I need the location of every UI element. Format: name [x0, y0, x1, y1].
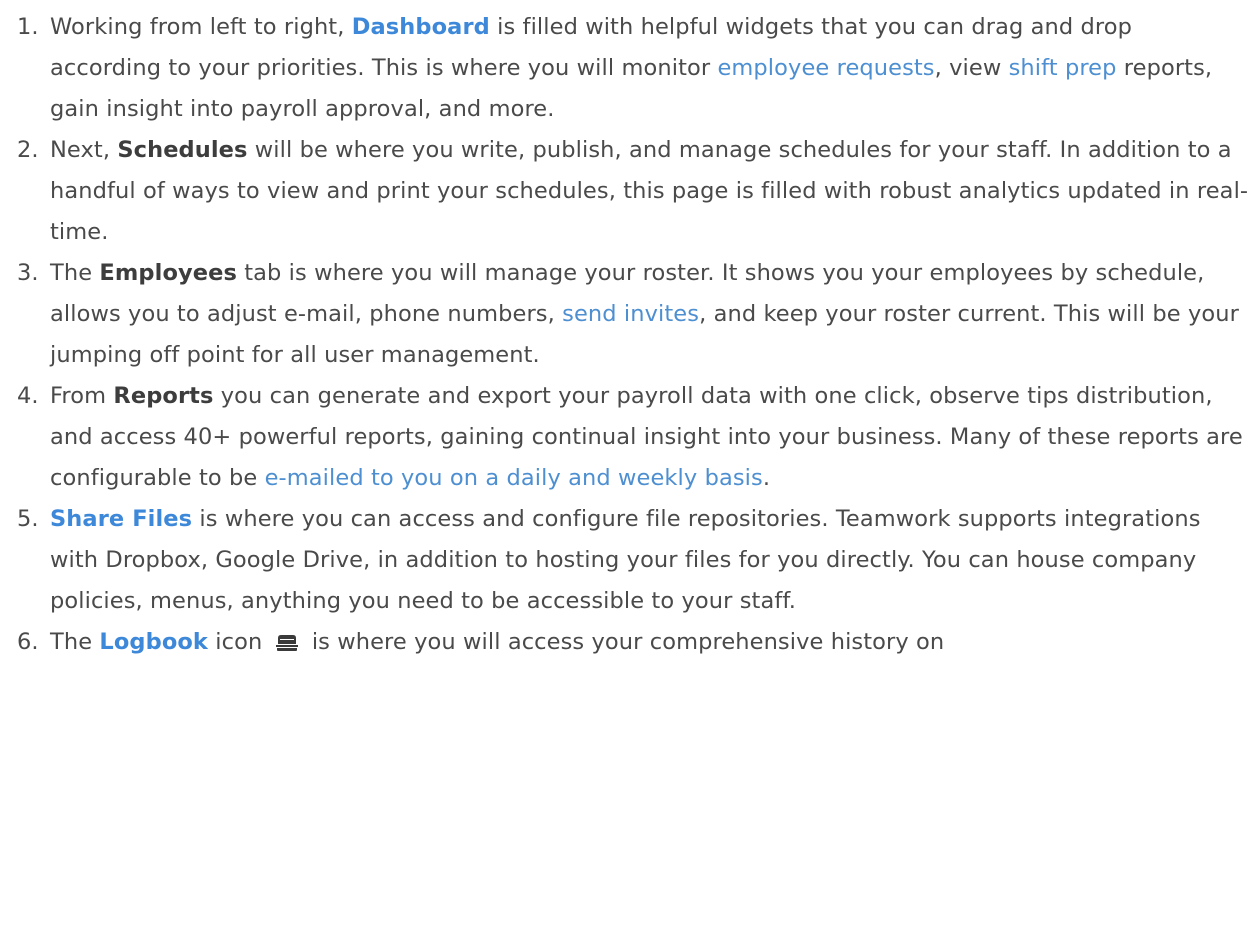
- employees-keyword: Employees: [99, 260, 237, 286]
- item-text: icon: [208, 629, 263, 655]
- list-number: 4.: [17, 383, 39, 409]
- list-item-share-files: 5. Share Files is where you can access an…: [0, 499, 1258, 622]
- send-invites-link[interactable]: send invites: [562, 301, 699, 327]
- item-text: is where you can access and configure fi…: [50, 506, 1201, 614]
- item-text: Working from left to right,: [50, 14, 352, 40]
- list-number: 3.: [17, 260, 39, 286]
- share-files-link[interactable]: Share Files: [50, 506, 192, 532]
- logbook-icon: [275, 635, 298, 651]
- list-number: 2.: [17, 137, 39, 163]
- list-item-reports: 4. From Reports you can generate and expo…: [0, 376, 1258, 499]
- list-item-employees: 3. The Employees tab is where you will ma…: [0, 253, 1258, 376]
- document-body: 1. Working from left to right, Dashboard …: [0, 0, 1258, 663]
- list-item-schedules: 2. Next, Schedules will be where you writ…: [0, 130, 1258, 253]
- list-number: 5.: [17, 506, 39, 532]
- logbook-link[interactable]: Logbook: [99, 629, 208, 655]
- item-text: From: [50, 383, 114, 409]
- list-item-logbook: 6. The Logbook icon is where you will acc…: [0, 622, 1258, 663]
- schedules-keyword: Schedules: [117, 137, 248, 163]
- employee-requests-link[interactable]: employee requests: [717, 55, 934, 81]
- item-text: , view: [934, 55, 1009, 81]
- list-number: 1.: [17, 14, 39, 40]
- item-text: The: [50, 629, 100, 655]
- list-item-dashboard: 1. Working from left to right, Dashboard …: [0, 7, 1258, 130]
- list-number: 6.: [17, 629, 39, 655]
- shift-prep-link[interactable]: shift prep: [1009, 55, 1117, 81]
- emailed-reports-link[interactable]: e-mailed to you on a daily and weekly ba…: [265, 465, 763, 491]
- reports-keyword: Reports: [113, 383, 214, 409]
- item-text: .: [762, 465, 771, 491]
- item-text: The: [50, 260, 100, 286]
- feature-list: 1. Working from left to right, Dashboard …: [0, 7, 1258, 663]
- dashboard-link[interactable]: Dashboard: [352, 14, 490, 40]
- item-text: is where you will access your comprehens…: [304, 629, 945, 655]
- item-text: Next,: [50, 137, 118, 163]
